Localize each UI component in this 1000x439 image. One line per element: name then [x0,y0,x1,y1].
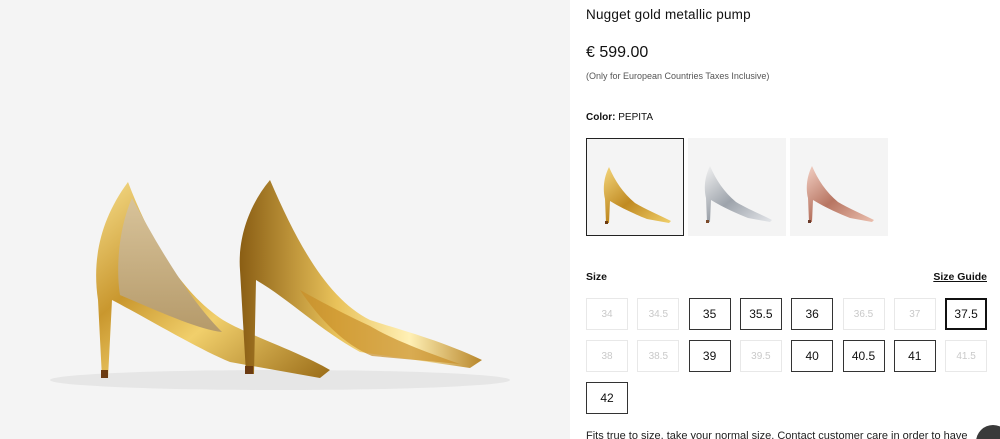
product-hero-image [0,0,570,439]
fit-note: Fits true to size, take your normal size… [586,430,968,439]
size-guide-link[interactable]: Size Guide [933,271,987,283]
size-option-42[interactable]: 42 [586,382,628,414]
color-value: PEPITA [618,112,654,123]
rose-gold-pump-thumbnail-icon [806,166,874,223]
size-option-37: 37 [893,298,936,330]
color-row: Color: PEPITA [586,112,653,123]
gold-pumps-illustration [50,180,510,390]
size-option-35[interactable]: 35 [688,298,731,330]
size-option-36[interactable]: 36 [791,298,834,330]
tax-note: (Only for European Countries Taxes Inclu… [586,71,770,81]
size-option-40[interactable]: 40 [791,340,834,372]
swatch-rose-gold[interactable] [790,138,888,236]
size-option-38: 38 [586,340,628,372]
size-option-37-5[interactable]: 37.5 [945,298,988,330]
swatch-silver[interactable] [688,138,786,236]
size-option-35-5[interactable]: 35.5 [739,298,782,330]
size-option-41[interactable]: 41 [893,340,936,372]
chat-bubble-icon[interactable] [976,425,1000,439]
silver-pump-thumbnail-icon [704,166,772,223]
color-swatches [586,138,888,236]
size-option-34: 34 [586,298,628,330]
size-label: Size [586,271,608,283]
size-option-36-5: 36.5 [842,298,885,330]
swatch-gold[interactable] [586,138,684,236]
size-option-39[interactable]: 39 [688,340,731,372]
product-price: € 599.00 [586,44,649,61]
size-option-40-5[interactable]: 40.5 [842,340,885,372]
gold-pump-thumbnail-icon [603,167,671,224]
product-info-panel: Nugget gold metallic pump € 599.00 (Only… [586,0,1000,439]
size-option-41-5: 41.5 [945,340,988,372]
product-title: Nugget gold metallic pump [586,7,751,22]
size-option-34-5: 34.5 [637,298,680,330]
color-label: Color: [586,112,616,123]
size-option-39-5: 39.5 [739,340,782,372]
size-option-38-5: 38.5 [637,340,680,372]
